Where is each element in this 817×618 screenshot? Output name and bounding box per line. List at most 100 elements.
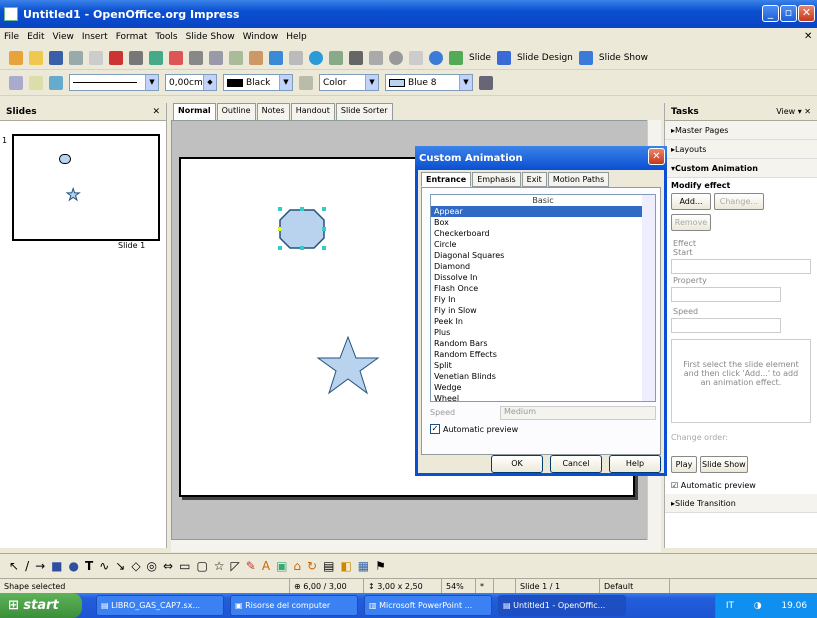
taskbar-item-powerpoint[interactable]: ▥ Microsoft PowerPoint ... — [364, 595, 492, 616]
menu-window[interactable]: Window — [243, 32, 279, 42]
symbol-shapes-icon[interactable]: ◎ — [147, 559, 157, 573]
format-paintbrush-icon[interactable] — [249, 50, 263, 65]
autospell-icon[interactable] — [169, 50, 183, 65]
alignment-icon[interactable]: ▤ — [323, 559, 334, 573]
glue-points-icon[interactable]: ✎ — [246, 559, 256, 573]
effect-item[interactable]: Venetian Blinds — [431, 371, 655, 382]
effect-item[interactable]: Peek In — [431, 316, 655, 327]
tab-emphasis[interactable]: Emphasis — [472, 172, 521, 187]
spellcheck-icon[interactable] — [149, 50, 163, 65]
undo-icon[interactable] — [269, 50, 283, 65]
points-icon[interactable]: ◸ — [231, 559, 240, 573]
curve-tool-icon[interactable]: ∿ — [99, 559, 109, 573]
speed-select[interactable]: Medium — [500, 406, 656, 420]
taskbar-item-libro[interactable]: ▤ LIBRO_GAS_CAP7.sx... — [96, 595, 224, 616]
arrow-tool-icon[interactable]: → — [35, 559, 45, 573]
list-scrollbar[interactable] — [642, 195, 655, 401]
block-arrows-icon[interactable]: ⇔ — [163, 559, 173, 573]
gallery-icon[interactable]: ⌂ — [293, 559, 301, 573]
menu-edit[interactable]: Edit — [27, 32, 44, 42]
arrow-style-icon[interactable] — [49, 75, 63, 90]
slide-design-button[interactable]: Slide Design — [517, 53, 573, 63]
slide-button[interactable]: Slide — [469, 53, 491, 63]
save-icon[interactable] — [49, 50, 63, 65]
slide-thumbnail[interactable]: ★ — [12, 134, 160, 241]
tray-network-icon[interactable]: ◑ — [754, 601, 762, 611]
edit-file-icon[interactable] — [89, 50, 103, 65]
interaction-icon[interactable]: ⚑ — [375, 559, 386, 573]
slide-show-icon[interactable] — [578, 50, 593, 65]
fontwork-icon[interactable]: A — [262, 559, 270, 573]
paste-icon[interactable] — [229, 50, 243, 65]
line-tool-icon[interactable]: / — [25, 559, 29, 573]
star-shape[interactable] — [316, 335, 380, 395]
tab-normal[interactable]: Normal — [173, 103, 216, 120]
ok-button[interactable]: OK — [491, 455, 543, 473]
chart-icon[interactable] — [309, 50, 323, 65]
octagon-shape[interactable] — [277, 205, 332, 253]
ellipse-tool-icon[interactable]: ● — [69, 559, 79, 573]
start-select[interactable] — [671, 259, 811, 274]
show-draw-icon[interactable] — [349, 50, 363, 65]
open-icon[interactable] — [29, 50, 43, 65]
change-effect-button[interactable]: Change... — [713, 193, 764, 210]
redo-icon[interactable] — [289, 50, 303, 65]
slide-show-button[interactable]: Slide Show — [599, 53, 648, 63]
effect-item[interactable]: Wedge — [431, 382, 655, 393]
master-pages-section[interactable]: ▸ Master Pages — [665, 121, 817, 140]
line-width-field[interactable]: 0,00cm ◆ — [165, 74, 217, 91]
effect-item[interactable]: Checkerboard — [431, 228, 655, 239]
layouts-section[interactable]: ▸ Layouts — [665, 140, 817, 159]
effect-item[interactable]: Circle — [431, 239, 655, 250]
line-color-select[interactable]: Black ▼ — [223, 74, 293, 91]
horizontal-scrollbar[interactable] — [171, 540, 661, 552]
tasks-view-menu[interactable]: View ▾ ✕ — [776, 107, 811, 116]
add-effect-button[interactable]: Add... — [671, 193, 711, 210]
tab-handout[interactable]: Handout — [290, 103, 335, 120]
property-select[interactable] — [671, 287, 781, 302]
effect-item[interactable]: Diagonal Squares — [431, 250, 655, 261]
tab-exit[interactable]: Exit — [521, 172, 547, 187]
menu-file[interactable]: File — [4, 32, 19, 42]
automatic-preview-checkbox[interactable]: ✓ Automatic preview — [430, 424, 518, 434]
effect-item[interactable]: Wheel — [431, 393, 655, 401]
effect-item[interactable]: Appear — [431, 206, 655, 217]
automatic-preview-tasks[interactable]: ☑ Automatic preview — [665, 477, 817, 494]
area-color-select[interactable]: Blue 8 ▼ — [385, 74, 473, 91]
effect-item[interactable]: Random Bars — [431, 338, 655, 349]
speed-select-tasks[interactable] — [671, 318, 781, 333]
maximize-button[interactable]: ▫ — [780, 5, 797, 22]
new-icon[interactable] — [9, 50, 23, 65]
effect-item[interactable]: Fly In — [431, 294, 655, 305]
tab-slide-sorter[interactable]: Slide Sorter — [335, 103, 393, 120]
arrange-icon[interactable]: ◧ — [340, 559, 351, 573]
effects-list[interactable]: Basic Appear Box Checkerboard Circle Diagona… — [430, 194, 656, 402]
menu-help[interactable]: Help — [286, 32, 307, 42]
effect-item[interactable]: Split — [431, 360, 655, 371]
menu-view[interactable]: View — [53, 32, 74, 42]
menu-tools[interactable]: Tools — [155, 32, 177, 42]
flowchart-icon[interactable]: ▭ — [179, 559, 190, 573]
stars-icon[interactable]: ☆ — [214, 559, 225, 573]
area-style-select[interactable]: Color ▼ — [319, 74, 379, 91]
remove-effect-button[interactable]: Remove — [671, 214, 711, 231]
tab-entrance[interactable]: Entrance — [421, 172, 472, 187]
copy-icon[interactable] — [209, 50, 223, 65]
shadow-icon[interactable] — [479, 75, 493, 90]
basic-shapes-icon[interactable]: ◇ — [131, 559, 140, 573]
rotate-icon[interactable]: ↻ — [307, 559, 317, 573]
tab-motion-paths[interactable]: Motion Paths — [547, 172, 610, 187]
tab-outline[interactable]: Outline — [216, 103, 256, 120]
menu-insert[interactable]: Insert — [82, 32, 108, 42]
effect-item[interactable]: Random Effects — [431, 349, 655, 360]
slide-transition-section[interactable]: ▸ Slide Transition — [665, 494, 817, 513]
taskbar-item-risorse[interactable]: ▣ Risorse del computer — [230, 595, 358, 616]
menu-slide-show[interactable]: Slide Show — [186, 32, 235, 42]
start-button[interactable]: ⊞ start — [0, 593, 82, 618]
close-document-icon[interactable]: ✕ — [804, 31, 812, 42]
effect-item[interactable]: Plus — [431, 327, 655, 338]
effect-item[interactable]: Flash Once — [431, 283, 655, 294]
print-icon[interactable] — [129, 50, 143, 65]
new-slide-icon[interactable] — [449, 50, 463, 65]
rectangle-tool-icon[interactable]: ■ — [51, 559, 62, 573]
